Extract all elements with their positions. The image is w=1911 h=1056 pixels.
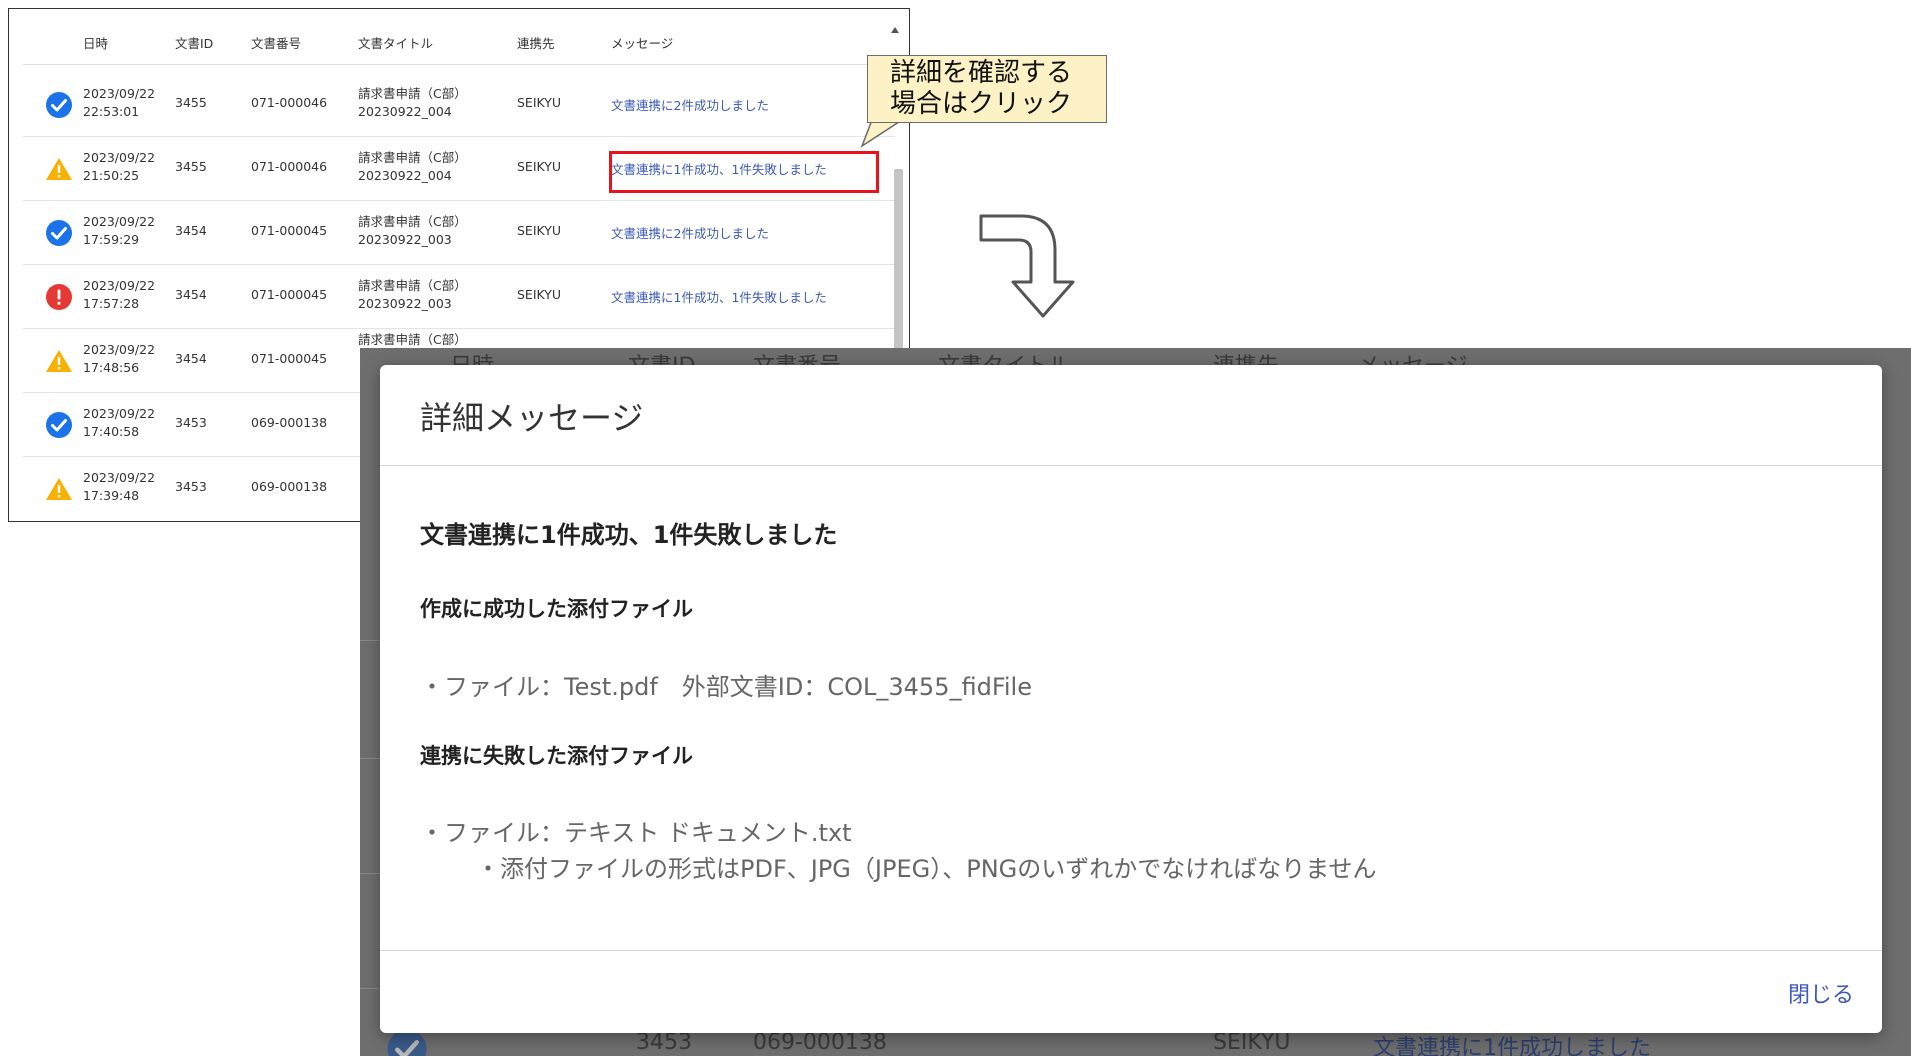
warning-icon xyxy=(46,350,72,372)
row-datetime: 2023/09/22 21:50:25 xyxy=(83,150,156,183)
row-message-link[interactable]: 文書連携に2件成功しました xyxy=(611,223,769,242)
curved-down-arrow-icon xyxy=(979,214,1075,318)
row-message-link[interactable]: 文書連携に1件成功、1件失敗しました xyxy=(611,287,827,306)
bg-row-doc-number: 069-000138 xyxy=(753,1030,887,1055)
callout-line1: 詳細を確認する xyxy=(890,58,1073,88)
row-datetime: 2023/09/22 22:53:01 xyxy=(83,86,156,119)
failed-file-reason: ・添付ファイルの形式はPDF、JPG（JPEG）、PNGのいずれかでなければなり… xyxy=(476,855,1377,883)
dialog-summary: 文書連携に1件成功、1件失敗しました xyxy=(420,521,838,549)
row-datetime: 2023/09/22 17:40:58 xyxy=(83,406,156,439)
row-destination: SEIKYU xyxy=(517,95,562,110)
bg-row-doc-id: 3453 xyxy=(636,1030,692,1055)
row-destination: SEIKYU xyxy=(517,287,562,302)
dialog-divider xyxy=(380,950,1882,951)
row-doc-title: 請求書申請（C部） 20230922_004 xyxy=(358,150,467,183)
close-button[interactable]: 閉じる xyxy=(1788,977,1854,1009)
row-doc-title: 請求書申請（C部） xyxy=(358,332,467,347)
row-doc-number: 071-000045 xyxy=(251,223,328,238)
header-date[interactable]: 日時 xyxy=(83,33,108,52)
row-datetime: 2023/09/22 17:48:56 xyxy=(83,342,156,375)
row-destination: SEIKYU xyxy=(517,223,562,238)
callout-line2: 場合はクリック xyxy=(890,89,1073,119)
header-doc-number[interactable]: 文書番号 xyxy=(251,33,301,52)
bg-row-divider xyxy=(360,988,380,989)
header-destination[interactable]: 連携先 xyxy=(517,33,555,52)
bg-row-divider xyxy=(360,758,380,759)
detail-message-dialog: 詳細メッセージ 文書連携に1件成功、1件失敗しました 作成に成功した添付ファイル… xyxy=(380,365,1882,1033)
row-doc-title: 請求書申請（C部） 20230922_003 xyxy=(358,278,467,311)
table-header: 日時 文書ID 文書番号 文書タイトル 連携先 メッセージ xyxy=(23,9,895,65)
row-doc-id: 3455 xyxy=(175,159,207,174)
table-row[interactable]: 2023/09/22 22:53:01 3455 071-000046 請求書申請… xyxy=(23,73,895,137)
row-destination: SEIKYU xyxy=(517,159,562,174)
failed-file-item: ・ファイル：テキスト ドキュメント.txt xyxy=(420,819,852,847)
bg-row-divider xyxy=(360,640,380,641)
row-doc-number: 071-000046 xyxy=(251,159,328,174)
header-doc-id[interactable]: 文書ID xyxy=(175,33,213,52)
row-doc-number: 071-000045 xyxy=(251,351,328,366)
table-row[interactable]: 2023/09/22 17:59:29 3454 071-000045 請求書申請… xyxy=(23,201,895,265)
bg-row-message: 文書連携に1件成功しました xyxy=(1373,1036,1651,1056)
row-doc-title: 請求書申請（C部） 20230922_004 xyxy=(358,86,467,119)
success-files-heading: 作成に成功した添付ファイル xyxy=(420,597,693,621)
dialog-title: 詳細メッセージ xyxy=(420,399,644,437)
header-doc-title[interactable]: 文書タイトル xyxy=(358,33,433,52)
row-doc-number: 071-000045 xyxy=(251,287,328,302)
row-doc-id: 3454 xyxy=(175,287,207,302)
table-row[interactable]: 2023/09/22 17:57:28 3454 071-000045 請求書申請… xyxy=(23,265,895,329)
callout-balloon: 詳細を確認する 場合はクリック xyxy=(867,55,1107,123)
row-doc-id: 3454 xyxy=(175,223,207,238)
warning-icon xyxy=(46,158,72,180)
highlight-frame xyxy=(609,151,879,193)
row-doc-id: 3453 xyxy=(175,415,207,430)
row-doc-number: 069-000138 xyxy=(251,479,328,494)
success-check-icon xyxy=(46,92,72,118)
scroll-up-arrow-icon[interactable] xyxy=(891,27,899,33)
header-message[interactable]: メッセージ xyxy=(611,33,673,52)
bg-row-destination: SEIKYU xyxy=(1213,1030,1291,1055)
success-check-icon xyxy=(46,220,72,246)
row-doc-id: 3455 xyxy=(175,95,207,110)
row-datetime: 2023/09/22 17:39:48 xyxy=(83,470,156,503)
row-datetime: 2023/09/22 17:57:28 xyxy=(83,278,156,311)
row-doc-id: 3454 xyxy=(175,351,207,366)
error-icon xyxy=(46,284,72,310)
failed-files-heading: 連携に失敗した添付ファイル xyxy=(420,744,693,768)
row-message-link[interactable]: 文書連携に2件成功しました xyxy=(611,95,769,114)
row-doc-number: 069-000138 xyxy=(251,415,328,430)
success-file-item: ・ファイル：Test.pdf 外部文書ID：COL_3455_fidFile xyxy=(420,673,1032,701)
warning-icon xyxy=(46,478,72,500)
success-check-icon xyxy=(46,412,72,438)
row-doc-title: 請求書申請（C部） 20230922_003 xyxy=(358,214,467,247)
row-datetime: 2023/09/22 17:59:29 xyxy=(83,214,156,247)
bg-row-divider xyxy=(360,873,380,874)
dialog-divider xyxy=(380,465,1882,466)
row-doc-number: 071-000046 xyxy=(251,95,328,110)
row-doc-id: 3453 xyxy=(175,479,207,494)
